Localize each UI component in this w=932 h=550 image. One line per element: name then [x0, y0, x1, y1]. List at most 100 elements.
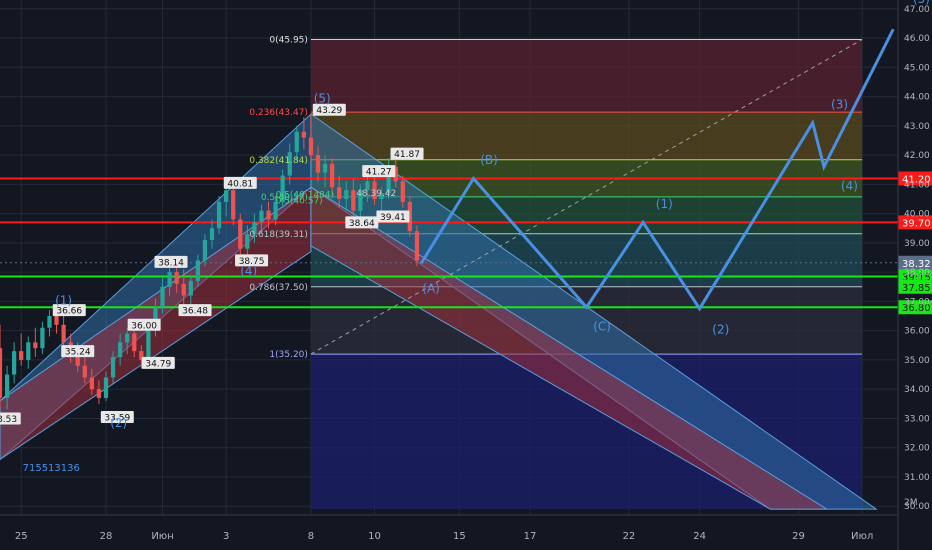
y-tick-label: 31.00 [904, 473, 930, 483]
candle-body [47, 316, 52, 328]
candle-body [61, 324, 66, 343]
candle-body [19, 351, 24, 360]
candle-body [110, 356, 116, 378]
candle-body [181, 283, 186, 296]
candle-body [351, 190, 356, 211]
candle-body [89, 377, 94, 390]
x-tick-label: 22 [623, 531, 636, 542]
callout-label: 41.27 [366, 168, 392, 178]
wave-label: (4) [240, 264, 257, 278]
candle-body [12, 351, 17, 375]
candle-body [330, 163, 335, 188]
callout-label: 35.24 [65, 348, 91, 358]
y-tick-label: 46.00 [904, 34, 930, 44]
candle-body [96, 389, 102, 398]
fib-level-label: 0(45.95) [269, 36, 308, 46]
x-tick-label: 28 [100, 531, 113, 542]
x-tick-label: 25 [15, 531, 28, 542]
candle-body [400, 181, 405, 202]
candle-body [146, 330, 151, 360]
price-chart[interactable]: 41.2039.7038.3239:1537.8536.80 33.5336.6… [0, 0, 932, 550]
candle-body [125, 333, 130, 343]
fib-level-label: 0.236(43.47) [249, 108, 308, 118]
candle-body [337, 187, 342, 199]
y-unit-label: 2M [904, 498, 918, 508]
x-tick-label: Июн [151, 531, 173, 542]
callout-label: 40.81 [227, 179, 253, 189]
y-tick-label: 41.00 [904, 180, 930, 190]
fib-level-label: 0.786(37.50) [249, 283, 308, 293]
wave-label: (A) [422, 282, 440, 296]
x-tick-label: 17 [524, 531, 537, 542]
candle-body [238, 219, 243, 249]
candle-body [224, 190, 229, 202]
candle-body [188, 280, 193, 296]
fib-zone [310, 39, 863, 113]
callout-label: 34.79 [145, 359, 171, 369]
y-tick-label: 40.00 [904, 210, 930, 220]
candle-body [216, 201, 222, 229]
candle-body [0, 348, 3, 398]
callout-label: 33.53 [0, 415, 17, 425]
candle-body [294, 131, 299, 153]
x-tick-label: 10 [368, 531, 381, 542]
wave-label: (3) [831, 97, 848, 111]
wave-label: (5) [314, 91, 331, 105]
wave-label: (1) [656, 197, 673, 211]
callout-label: 38.64 [349, 219, 375, 229]
candle-body [414, 231, 420, 261]
y-tick-label: 44.00 [904, 93, 930, 103]
wave-label: (1) [55, 293, 72, 307]
candle-body [54, 316, 59, 325]
x-tick-label: 29 [792, 531, 805, 542]
candle-body [202, 239, 208, 261]
candle-body [344, 190, 349, 199]
candle-body [167, 272, 172, 287]
candle-body [160, 286, 165, 308]
x-tick-label: Июл [851, 531, 873, 542]
y-tick-label: 36.00 [904, 327, 930, 337]
candle-body [259, 210, 264, 223]
level-badge-label: 37.85 [902, 283, 931, 294]
callout-label: 41.87 [394, 150, 420, 160]
candle-body [132, 333, 137, 352]
candle-body [231, 190, 236, 220]
fib-level-label: 0.382(41.84) [249, 156, 308, 166]
candle-body [266, 210, 271, 220]
candle-body [4, 374, 10, 398]
y-tick-label: 45.00 [904, 63, 930, 73]
callout-label: 39.41 [380, 213, 406, 223]
candle-body [301, 131, 306, 138]
candle-body [33, 342, 38, 349]
candle-body [174, 272, 179, 284]
corner-label: 715513136 [23, 463, 80, 474]
candle-body [195, 260, 200, 281]
overlay-label: 0.5(40.57) [276, 196, 323, 206]
wave-label: (4) [841, 179, 858, 193]
x-tick-label: 24 [693, 531, 706, 542]
candle-body [103, 377, 109, 398]
wave-label: (2) [110, 416, 127, 430]
x-tick-label: 15 [453, 531, 466, 542]
y-tick-label: 33.00 [904, 414, 930, 424]
y-tick-label: 38.00 [904, 268, 930, 278]
y-tick-label: 47.00 [904, 5, 930, 15]
x-tick-label: 3 [223, 531, 229, 542]
callout-label: 38.14 [158, 258, 184, 268]
y-tick-label: 39.00 [904, 239, 930, 249]
y-tick-label: 34.00 [904, 385, 930, 395]
callout-label: 36.48 [182, 307, 208, 317]
candle-body [308, 137, 314, 156]
y-tick-label: 37.00 [904, 297, 930, 307]
x-tick-label: 8 [308, 531, 314, 542]
candle-body [315, 155, 321, 173]
y-tick-label: 42.00 [904, 151, 930, 161]
callout-label: 36.00 [131, 321, 157, 331]
overlay-label: 48.39.42 [356, 189, 396, 199]
wave-label: (C) [593, 320, 611, 334]
candle-body [82, 365, 87, 378]
candle-body [40, 327, 45, 349]
candle-body [26, 342, 31, 360]
fib-level-label: 1(35.20) [269, 350, 308, 360]
callout-label: 36.66 [56, 307, 82, 317]
